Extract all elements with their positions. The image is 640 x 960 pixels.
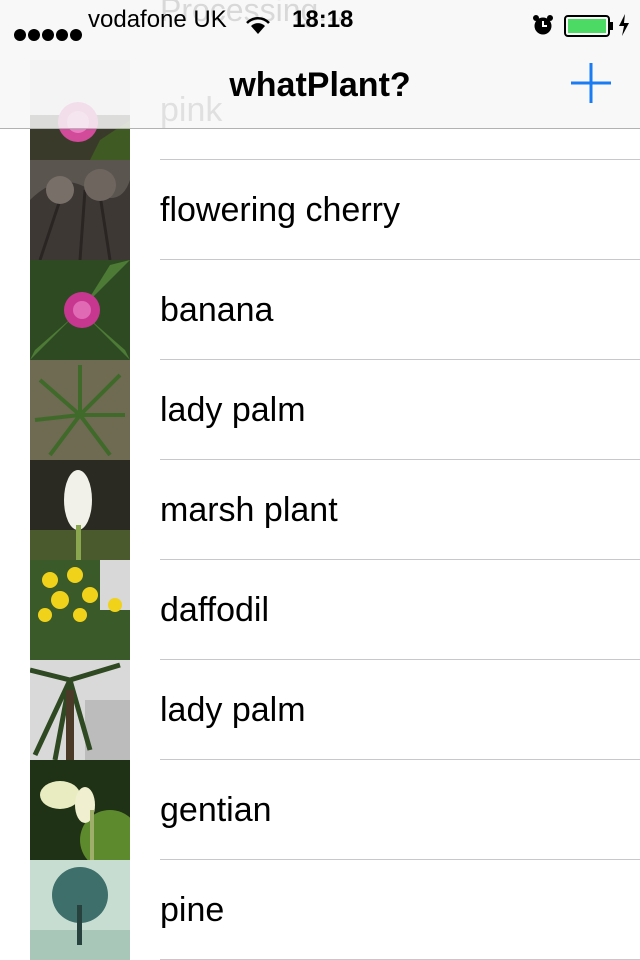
plant-thumbnail	[30, 660, 130, 760]
charging-bolt-icon	[618, 9, 630, 49]
plant-thumbnail	[30, 560, 130, 660]
signal-strength-icon	[14, 14, 84, 54]
status-bar: vodafone UK 18:18	[0, 0, 640, 41]
row-label: pine	[160, 891, 225, 929]
wifi-icon	[246, 9, 270, 49]
plant-thumbnail	[30, 160, 130, 260]
plant-list[interactable]: pink flowering cherry banana	[0, 0, 640, 960]
plant-thumbnail	[30, 860, 130, 960]
list-item[interactable]: daffodil	[0, 560, 640, 660]
plus-icon	[571, 63, 611, 103]
plant-thumbnail	[30, 260, 130, 360]
carrier-name: vodafone UK	[88, 6, 227, 33]
list-item[interactable]: marsh plant	[0, 460, 640, 560]
page-title: whatPlant?	[229, 66, 411, 104]
row-label: flowering cherry	[160, 191, 400, 229]
row-label: lady palm	[160, 691, 306, 729]
add-plant-button[interactable]	[568, 60, 614, 106]
list-item[interactable]: banana	[0, 260, 640, 360]
plant-thumbnail	[30, 760, 130, 860]
row-label: marsh plant	[160, 491, 338, 529]
list-item[interactable]: flowering cherry	[0, 160, 640, 260]
list-item[interactable]: lady palm	[0, 660, 640, 760]
row-label: gentian	[160, 791, 272, 829]
plant-thumbnail	[30, 460, 130, 560]
row-label: daffodil	[160, 591, 270, 629]
list-item[interactable]: lady palm	[0, 360, 640, 460]
alarm-clock-icon	[532, 9, 554, 49]
list-item[interactable]: gentian	[0, 760, 640, 860]
status-time: 18:18	[292, 6, 354, 33]
navigation-bar: Processing... vodafone UK 18:18 whatPlan…	[0, 0, 640, 129]
battery-icon	[564, 10, 614, 50]
list-item[interactable]: pine	[0, 860, 640, 960]
plant-thumbnail	[30, 360, 130, 460]
row-label: banana	[160, 291, 274, 329]
row-label: lady palm	[160, 391, 306, 429]
